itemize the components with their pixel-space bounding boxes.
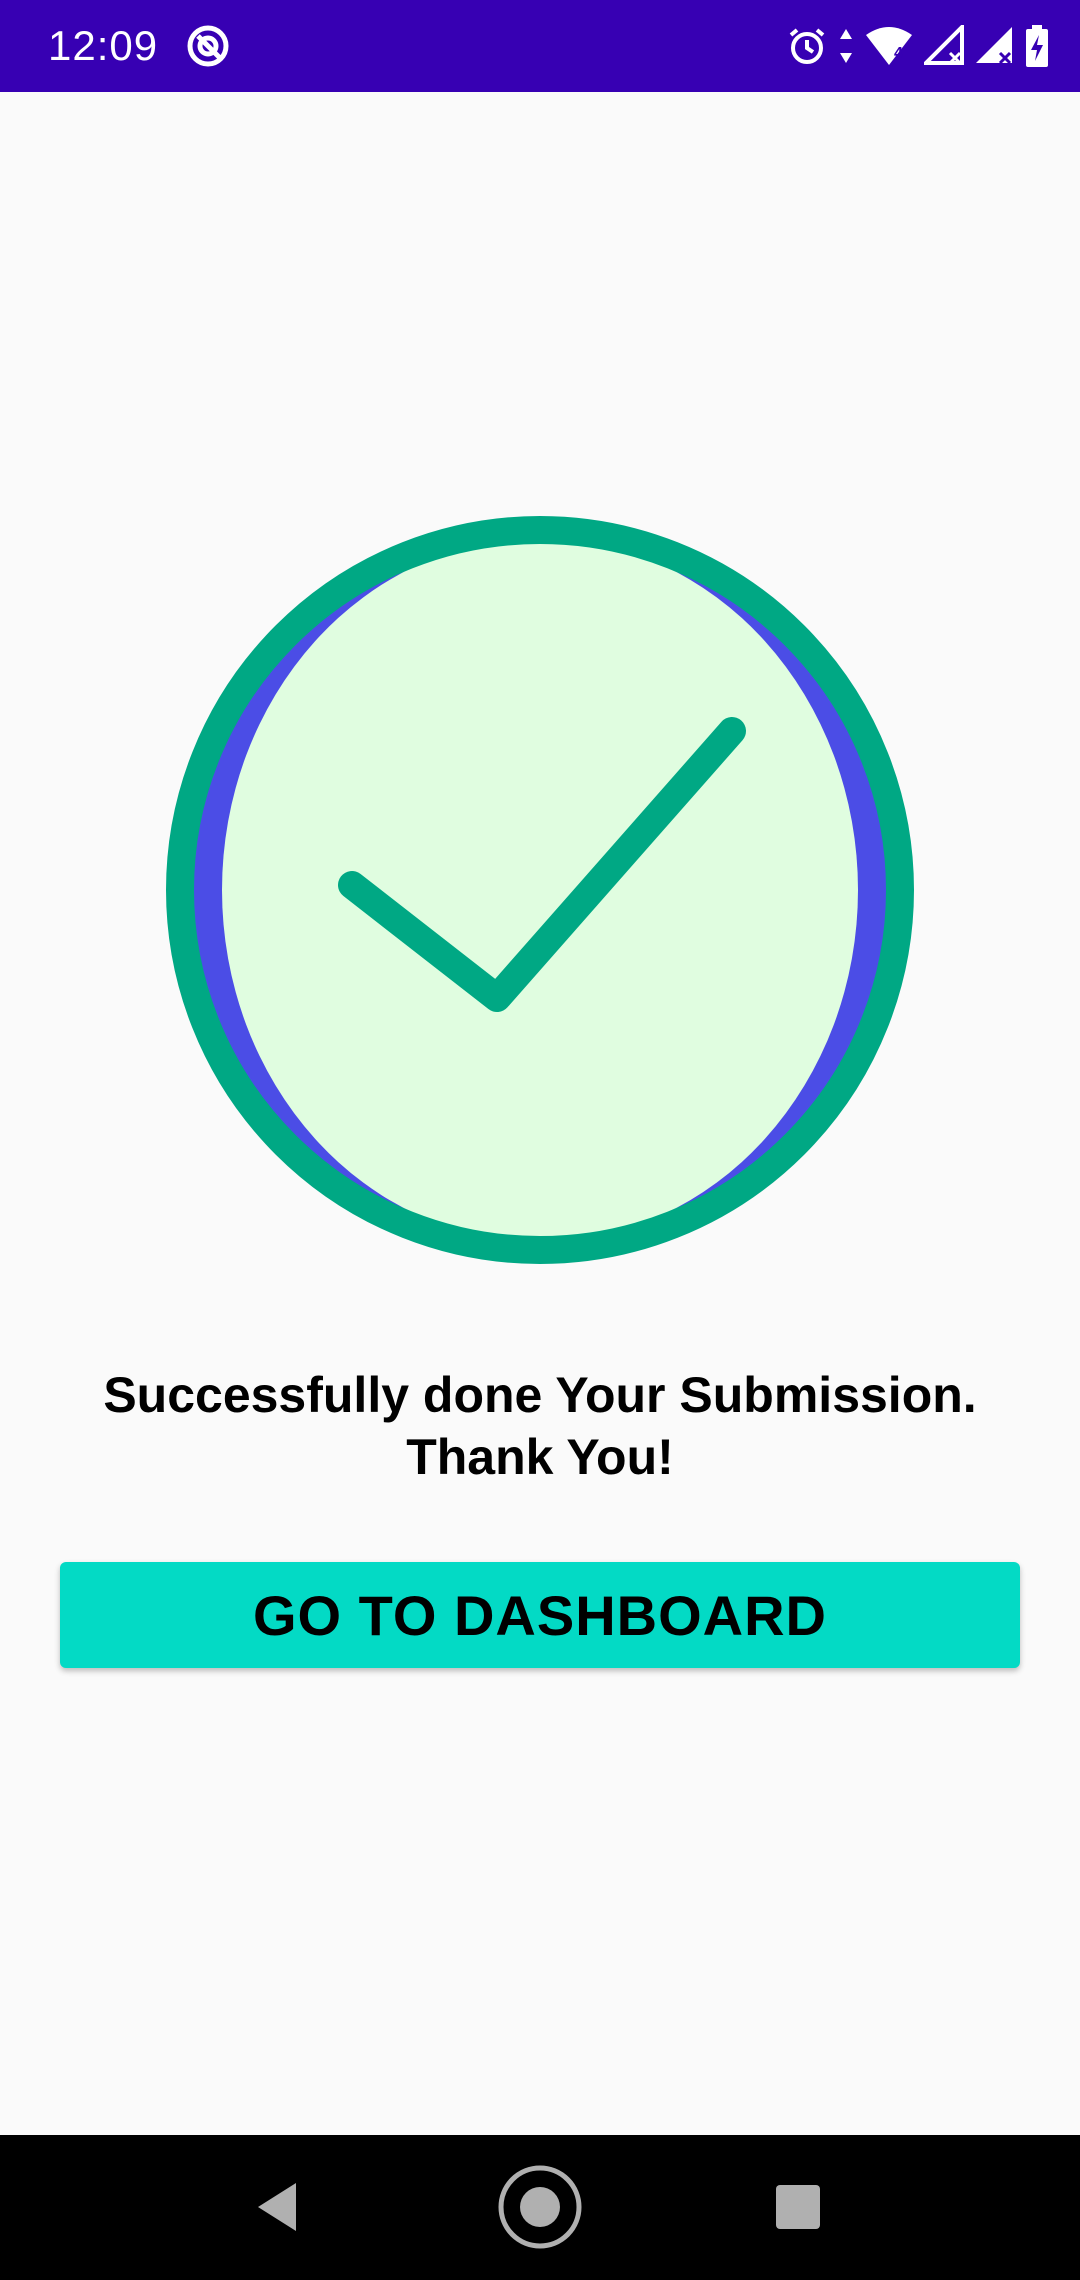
wifi-icon: 4 (864, 25, 914, 67)
cell-signal-icon (924, 25, 964, 67)
main-content: Successfully done Your Submission. Thank… (0, 92, 1080, 2135)
alarm-icon (786, 25, 828, 67)
back-icon[interactable] (230, 2157, 330, 2257)
checkmark-circle-icon (160, 510, 920, 1270)
wifi-badge: 4 (894, 45, 903, 62)
app-notification-icon (184, 22, 232, 70)
success-message: Successfully done Your Submission. Thank… (0, 1364, 1080, 1488)
cell-signal-icon (974, 25, 1014, 67)
home-icon[interactable] (490, 2157, 590, 2257)
status-icons: 4 (786, 20, 1050, 72)
status-time: 12:09 (48, 22, 159, 69)
navigation-bar (0, 2135, 1080, 2280)
status-bar: 12:09 4 (0, 0, 1080, 92)
success-message-line1: Successfully done Your Submission. (103, 1367, 977, 1423)
data-arrows-icon (838, 25, 854, 67)
battery-charging-icon (1024, 24, 1050, 68)
go-to-dashboard-button[interactable]: GO TO DASHBOARD (60, 1562, 1020, 1668)
success-message-line2: Thank You! (406, 1429, 674, 1485)
recents-icon[interactable] (748, 2157, 848, 2257)
